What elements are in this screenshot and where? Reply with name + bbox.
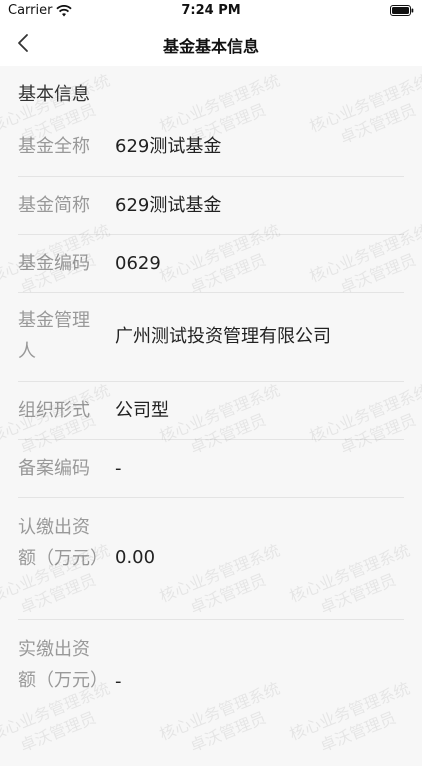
field-value: - xyxy=(115,458,122,479)
field-label: 基金全称 xyxy=(18,136,90,157)
field-value: 公司型 xyxy=(115,400,169,421)
field-row-filing-code: 备案编码 - xyxy=(18,440,404,498)
field-row-fund-full-name: 基金全称 629测试基金 xyxy=(18,118,404,177)
field-row-subscribed-capital: 认缴出资额（万元） 0.00 xyxy=(18,498,404,620)
field-label: 备案编码 xyxy=(18,458,90,479)
status-bar: Carrier 7:24 PM xyxy=(0,0,422,22)
field-label: 实缴出资额（万元） xyxy=(18,639,108,691)
field-row-fund-code: 基金编码 0629 xyxy=(18,235,404,293)
field-value: 629测试基金 xyxy=(115,195,222,216)
field-label: 基金简称 xyxy=(18,195,90,216)
status-time: 7:24 PM xyxy=(181,3,241,18)
fund-info-content[interactable]: 基本信息 基金全称 629测试基金 基金简称 629测试基金 基金编码 0629… xyxy=(0,66,422,750)
field-row-org-form: 组织形式 公司型 xyxy=(18,382,404,440)
page-title: 基金基本信息 xyxy=(162,37,259,56)
field-value: 0629 xyxy=(115,253,161,274)
field-label: 基金编码 xyxy=(18,253,90,274)
field-value: 0.00 xyxy=(115,547,156,568)
section-title: 基本信息 xyxy=(18,84,90,105)
battery-icon xyxy=(390,5,414,16)
field-row-fund-short-name: 基金简称 629测试基金 xyxy=(18,177,404,235)
field-value: - xyxy=(115,671,122,692)
field-label: 认缴出资额（万元） xyxy=(18,517,108,569)
field-value: 629测试基金 xyxy=(115,136,222,157)
navigation-bar: 基金基本信息 xyxy=(0,22,422,66)
field-label: 组织形式 xyxy=(18,400,90,421)
field-value: 广州测试投资管理有限公司 xyxy=(115,326,331,347)
field-row-paid-capital: 实缴出资额（万元） - xyxy=(18,620,404,748)
field-row-fund-manager: 基金管理人 广州测试投资管理有限公司 xyxy=(18,293,404,382)
field-label: 基金管理人 xyxy=(18,310,90,362)
